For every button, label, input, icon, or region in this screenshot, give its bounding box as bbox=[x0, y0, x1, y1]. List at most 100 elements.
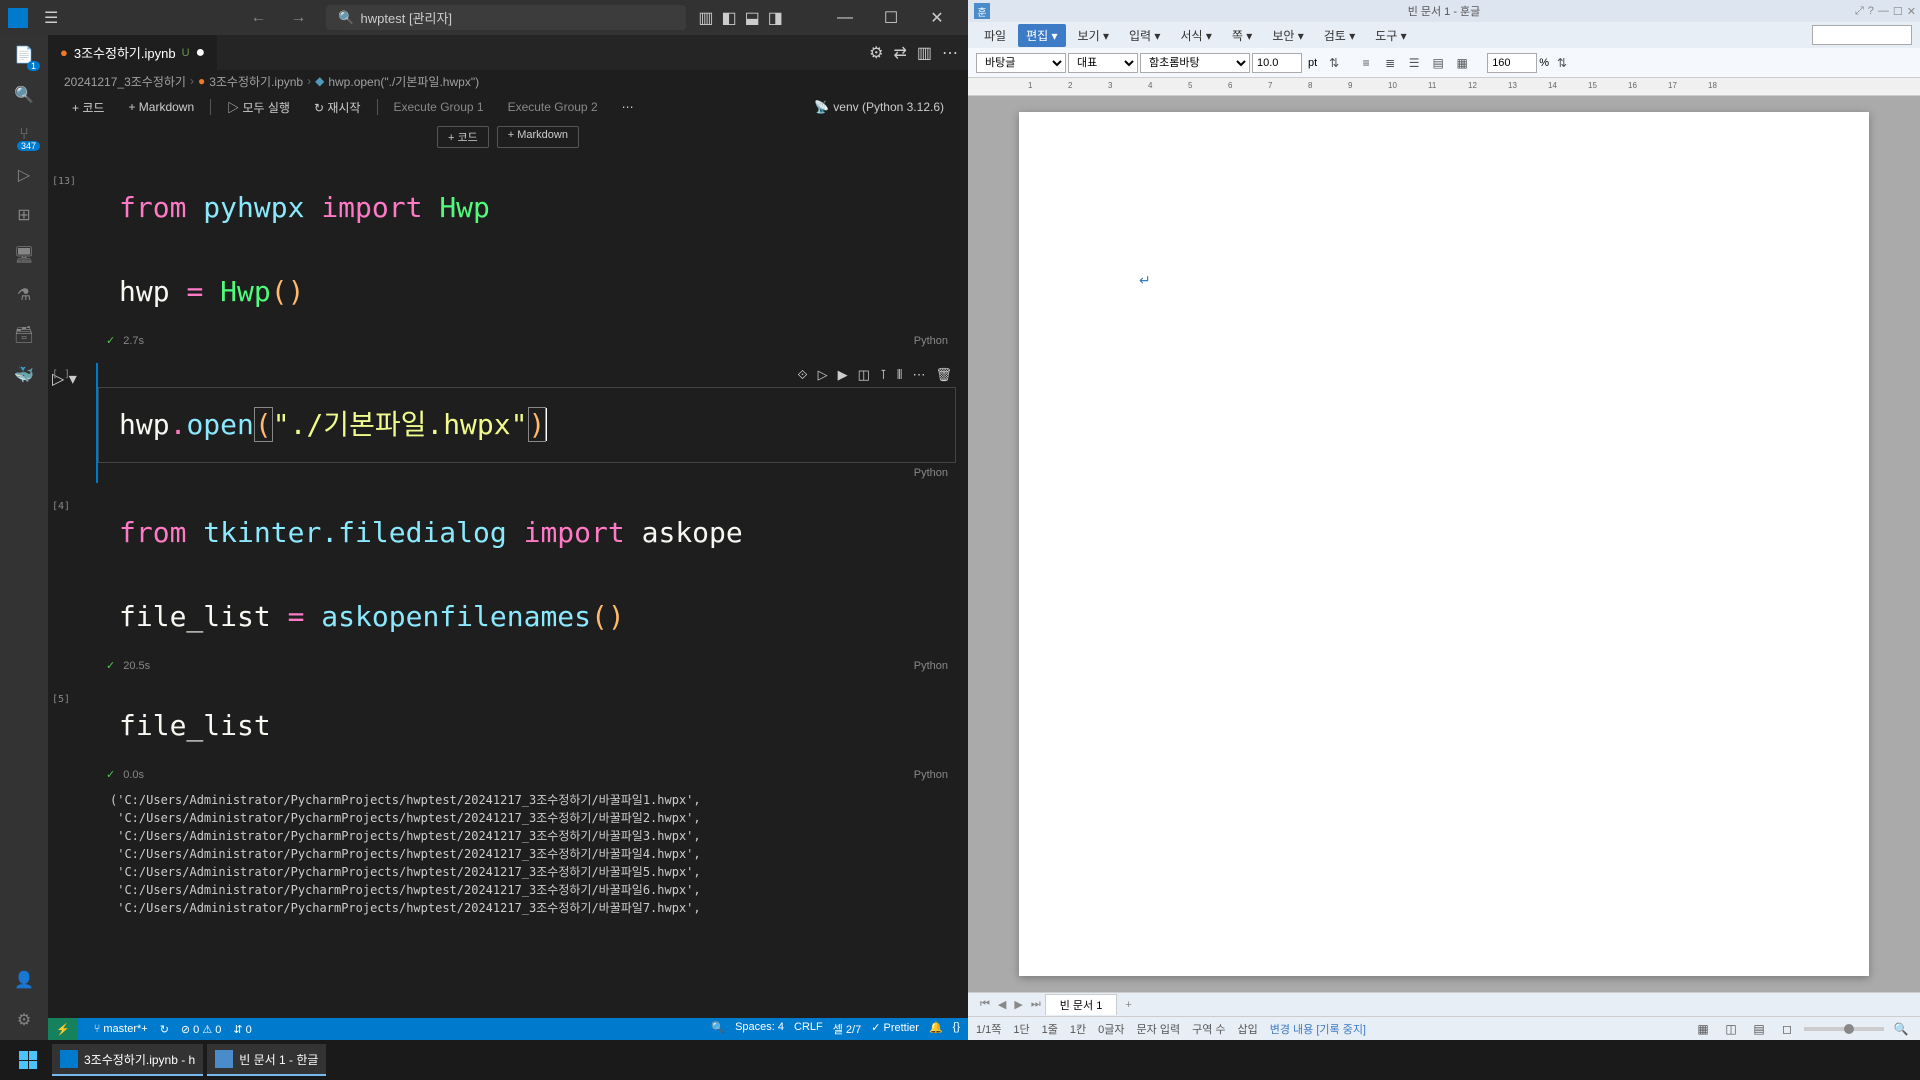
docker-icon[interactable]: 🐳 bbox=[10, 361, 38, 389]
minimize-button[interactable]: — bbox=[822, 0, 868, 35]
accounts-icon[interactable]: 👤 bbox=[10, 966, 38, 994]
explorer-icon[interactable]: 📄1 bbox=[10, 41, 38, 69]
zoom-in-icon[interactable]: 🔍 bbox=[1890, 1018, 1912, 1040]
bc-item[interactable]: 3조수정하기.ipynb bbox=[209, 73, 303, 90]
run-by-line-icon[interactable]: ⟐ bbox=[797, 367, 807, 383]
tab-nav-prev-icon[interactable]: ◀ bbox=[994, 998, 1010, 1011]
cell-more-icon[interactable]: ⊺ bbox=[880, 367, 887, 383]
add-markdown-inline[interactable]: + Markdown bbox=[497, 126, 579, 148]
tab-diff-icon[interactable]: ⇄ bbox=[893, 43, 906, 63]
exec-group2-button[interactable]: Execute Group 2 bbox=[500, 98, 606, 116]
doc-tab[interactable]: 빈 문서 1 bbox=[1045, 994, 1118, 1015]
page[interactable]: ↵ bbox=[1019, 112, 1869, 976]
track-changes[interactable]: 변경 내용 [기록 중지] bbox=[1270, 1021, 1366, 1037]
size-spinner-icon[interactable]: ⇅ bbox=[1323, 52, 1345, 74]
tab-nav-first-icon[interactable]: ⏮ bbox=[976, 998, 994, 1011]
remote-indicator[interactable]: ⚡ bbox=[48, 1018, 78, 1040]
layout-icon[interactable]: ▥ bbox=[698, 8, 713, 28]
nav-fwd-icon[interactable]: → bbox=[282, 5, 314, 31]
execute-below-icon[interactable]: ▶ bbox=[838, 367, 848, 383]
search-help[interactable] bbox=[1812, 25, 1912, 45]
code-cell[interactable]: from pyhwpx import Hwp hwp = Hwp() [13] … bbox=[98, 170, 956, 351]
cell-more2-icon[interactable]: ⦀ bbox=[897, 367, 903, 383]
bc-item[interactable]: 20241217_3조수정하기 bbox=[64, 73, 186, 90]
delete-cell-icon[interactable]: 🗑 bbox=[935, 367, 952, 383]
prettier[interactable]: ✓ Prettier bbox=[871, 1021, 919, 1037]
tab-settings-icon[interactable]: ⚙ bbox=[869, 43, 883, 63]
start-button[interactable] bbox=[8, 1044, 48, 1076]
extensions-icon[interactable]: ⊞ bbox=[10, 201, 38, 229]
tab-split-icon[interactable]: ▥ bbox=[917, 43, 932, 63]
restart-button[interactable]: ↻ 재시작 bbox=[306, 97, 369, 118]
align-center-icon[interactable]: ≣ bbox=[1379, 52, 1401, 74]
menu-view[interactable]: 보기 ▾ bbox=[1070, 24, 1117, 47]
panel-right-icon[interactable]: ◨ bbox=[768, 8, 783, 28]
cell-input[interactable]: from pyhwpx import Hwp hwp = Hwp() bbox=[98, 170, 956, 330]
editor-tab[interactable]: ● 3조수정하기.ipynb U ● bbox=[48, 35, 217, 70]
kernel-selector[interactable]: 📡 venv (Python 3.12.6) bbox=[806, 98, 952, 116]
more-icon[interactable]: ⋯ bbox=[614, 98, 642, 116]
remote-icon[interactable]: 🖥 bbox=[10, 241, 38, 269]
view-mode3-icon[interactable]: ▤ bbox=[1748, 1018, 1770, 1040]
problems[interactable]: ⊘ 0 ⚠ 0 bbox=[181, 1023, 221, 1036]
code-cell[interactable]: file_list [5] ✓ 0.0s Python ('C:/Users/A… bbox=[98, 688, 956, 923]
testing-icon[interactable]: ⚗ bbox=[10, 281, 38, 309]
cell-position[interactable]: 셀 2/7 bbox=[833, 1021, 861, 1037]
zoom-slider[interactable] bbox=[1804, 1027, 1884, 1031]
add-code-button[interactable]: + 코드 bbox=[64, 97, 112, 118]
maximize-button[interactable]: ☐ bbox=[868, 0, 914, 35]
help-icon[interactable]: ? bbox=[1868, 5, 1874, 18]
search-icon[interactable]: 🔍 bbox=[10, 81, 38, 109]
git-branch[interactable]: ⑂ master*+ bbox=[94, 1023, 148, 1035]
split-cell-icon[interactable]: ◫ bbox=[858, 367, 870, 383]
font-size[interactable] bbox=[1252, 53, 1302, 73]
settings-icon[interactable]: ⚙ bbox=[10, 1006, 38, 1034]
menu-file[interactable]: 파일 bbox=[976, 24, 1014, 47]
ports[interactable]: ⇵ 0 bbox=[233, 1023, 251, 1036]
menu-review[interactable]: 검토 ▾ bbox=[1316, 24, 1363, 47]
menu-format[interactable]: 서식 ▾ bbox=[1172, 24, 1219, 47]
run-all-button[interactable]: ▷ 모두 실행 bbox=[219, 97, 298, 118]
menu-tools[interactable]: 도구 ▾ bbox=[1367, 24, 1414, 47]
style-selector[interactable]: 바탕글 bbox=[976, 53, 1066, 73]
view-mode2-icon[interactable]: ◫ bbox=[1720, 1018, 1742, 1040]
hamburger-icon[interactable]: ☰ bbox=[40, 4, 62, 32]
minimize-button[interactable]: — bbox=[1878, 5, 1889, 18]
braces-icon[interactable]: {} bbox=[953, 1021, 960, 1037]
command-center[interactable]: 🔍 hwptest [관리자] bbox=[326, 5, 686, 30]
code-cell[interactable]: from tkinter.filedialog import askope fi… bbox=[98, 495, 956, 676]
maximize-button[interactable]: ☐ bbox=[1893, 5, 1903, 18]
rep-selector[interactable]: 대표 bbox=[1068, 53, 1138, 73]
document-area[interactable]: ↵ bbox=[968, 96, 1920, 992]
close-button[interactable]: ✕ bbox=[1907, 5, 1916, 18]
nav-back-icon[interactable]: ← bbox=[242, 5, 274, 31]
zoom-spinner-icon[interactable]: ⇅ bbox=[1551, 52, 1573, 74]
db-icon[interactable]: 🗃 bbox=[10, 321, 38, 349]
taskbar-vscode[interactable]: 3조수정하기.ipynb - h bbox=[52, 1044, 203, 1076]
align-right-icon[interactable]: ☰ bbox=[1403, 52, 1425, 74]
compact-icon[interactable]: ⤢ bbox=[1855, 5, 1864, 18]
menu-edit[interactable]: 편집 ▾ bbox=[1018, 24, 1065, 47]
eol[interactable]: CRLF bbox=[794, 1021, 823, 1037]
align-left-icon[interactable]: ≡ bbox=[1355, 52, 1377, 74]
tab-nav-last-icon[interactable]: ⏭ bbox=[1027, 998, 1045, 1011]
menu-input[interactable]: 입력 ▾ bbox=[1121, 24, 1168, 47]
tab-more-icon[interactable]: ⋯ bbox=[942, 43, 958, 63]
exec-group1-button[interactable]: Execute Group 1 bbox=[386, 98, 492, 116]
add-markdown-button[interactable]: + Markdown bbox=[120, 98, 202, 116]
panel-bottom-icon[interactable]: ⬓ bbox=[745, 8, 760, 28]
menu-page[interactable]: 쪽 ▾ bbox=[1224, 24, 1260, 47]
add-tab-icon[interactable]: + bbox=[1117, 999, 1139, 1011]
cell-input[interactable]: hwp.open("./기본파일.hwpx") bbox=[98, 387, 956, 463]
indentation[interactable]: Spaces: 4 bbox=[735, 1021, 784, 1037]
view-mode-icon[interactable]: ▦ bbox=[1692, 1018, 1714, 1040]
zoom-icon[interactable]: 🔍 bbox=[711, 1021, 725, 1037]
font-selector[interactable]: 함초롬바탕 bbox=[1140, 53, 1250, 73]
source-control-icon[interactable]: ⑂347 bbox=[10, 121, 38, 149]
cell-ellipsis-icon[interactable]: ⋯ bbox=[912, 367, 925, 383]
execute-above-icon[interactable]: ▷ bbox=[818, 367, 828, 383]
run-debug-icon[interactable]: ▷ bbox=[10, 161, 38, 189]
sync-icon[interactable]: ↻ bbox=[160, 1023, 169, 1036]
cell-input[interactable]: from tkinter.filedialog import askope fi… bbox=[98, 495, 956, 655]
panel-left-icon[interactable]: ◧ bbox=[721, 8, 736, 28]
